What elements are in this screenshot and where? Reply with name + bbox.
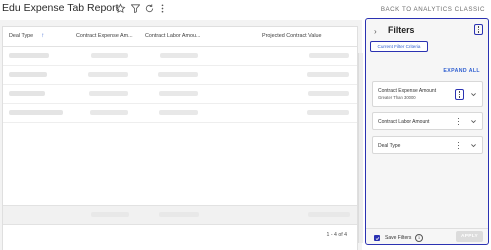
- filter-more-icon[interactable]: [454, 140, 463, 151]
- chevron-down-icon[interactable]: [470, 91, 477, 98]
- filters-panel-title: Filters: [388, 25, 415, 35]
- filters-panel: › Filters Current Filter Criteria EXPAND…: [365, 18, 489, 245]
- star-icon[interactable]: [115, 3, 126, 14]
- current-filter-criteria-button[interactable]: Current Filter Criteria: [370, 41, 428, 52]
- report-title: Edu Expense Tab Report: [2, 2, 119, 14]
- filters-more-icon[interactable]: [474, 24, 483, 35]
- table-header: Deal Type ↑ Contract Expense Am... Contra…: [3, 27, 357, 47]
- apply-button[interactable]: APPLY: [456, 231, 483, 242]
- expand-all-button[interactable]: EXPAND ALL: [443, 68, 480, 74]
- table-row[interactable]: [3, 104, 357, 123]
- table-totals-row: [3, 205, 357, 225]
- table-row[interactable]: [3, 47, 357, 66]
- filter-label: Contract Labor Amount: [378, 119, 430, 125]
- report-table: Deal Type ↑ Contract Expense Am... Contra…: [2, 26, 363, 250]
- total-projected-value: [308, 212, 350, 217]
- filter-more-icon[interactable]: [455, 89, 464, 100]
- refresh-icon[interactable]: [144, 3, 155, 14]
- cell-contract-labor: [159, 110, 198, 115]
- column-header-deal-type[interactable]: Deal Type ↑: [9, 33, 44, 39]
- filter-card-contract-expense[interactable]: Contract Expense Amount Greater Than 300…: [372, 81, 483, 107]
- column-header-projected-contract-value[interactable]: Projected Contract Value: [262, 33, 322, 39]
- table-row[interactable]: [3, 66, 357, 85]
- cell-projected-value: [309, 53, 349, 58]
- chevron-down-icon[interactable]: [470, 142, 477, 149]
- report-area: Deal Type ↑ Contract Expense Am... Contra…: [0, 20, 363, 250]
- filter-label: Contract Expense Amount: [378, 88, 437, 94]
- filter-card-deal-type[interactable]: Deal Type: [372, 136, 483, 154]
- cell-projected-value: [308, 91, 349, 96]
- chevron-down-icon[interactable]: [470, 118, 477, 125]
- cell-projected-value: [307, 72, 349, 77]
- collapse-panel-chevron-icon[interactable]: ›: [374, 27, 377, 36]
- cell-projected-value: [307, 110, 349, 115]
- filter-icon[interactable]: [130, 3, 141, 14]
- more-vert-icon[interactable]: [157, 3, 168, 14]
- cell-contract-expense: [91, 53, 128, 58]
- cell-contract-expense: [88, 72, 128, 77]
- panel-footer-divider: [366, 228, 488, 229]
- cell-contract-labor: [159, 91, 198, 96]
- column-header-contract-labor[interactable]: Contract Labor Amou...: [145, 33, 200, 39]
- table-row[interactable]: [3, 85, 357, 104]
- cell-deal-type: [9, 91, 45, 96]
- back-to-analytics-classic-link[interactable]: BACK TO ANALYTICS CLASSIC: [381, 6, 485, 13]
- cell-deal-type: [9, 53, 49, 58]
- filter-label: Deal Type: [378, 143, 401, 149]
- filter-card-contract-labor[interactable]: Contract Labor Amount: [372, 112, 483, 130]
- filter-condition: Greater Than 30000: [378, 95, 416, 100]
- total-contract-expense: [91, 212, 129, 217]
- pagination-info: 1 - 4 of 4: [326, 232, 347, 238]
- table-vertical-scrollbar[interactable]: [358, 53, 363, 243]
- column-header-contract-expense[interactable]: Contract Expense Am...: [76, 33, 133, 39]
- cell-contract-expense: [90, 110, 128, 115]
- cell-deal-type: [9, 110, 63, 115]
- cell-deal-type: [9, 72, 47, 77]
- cell-contract-labor: [160, 53, 198, 58]
- cell-contract-expense: [89, 91, 128, 96]
- filter-more-icon[interactable]: [454, 116, 463, 127]
- info-icon[interactable]: i: [415, 233, 423, 242]
- cell-contract-labor: [158, 72, 198, 77]
- save-filters-checkbox[interactable]: [374, 235, 380, 241]
- total-contract-labor: [159, 212, 199, 217]
- save-filters-label: Save Filters: [385, 235, 412, 241]
- sort-ascending-icon[interactable]: ↑: [41, 33, 44, 39]
